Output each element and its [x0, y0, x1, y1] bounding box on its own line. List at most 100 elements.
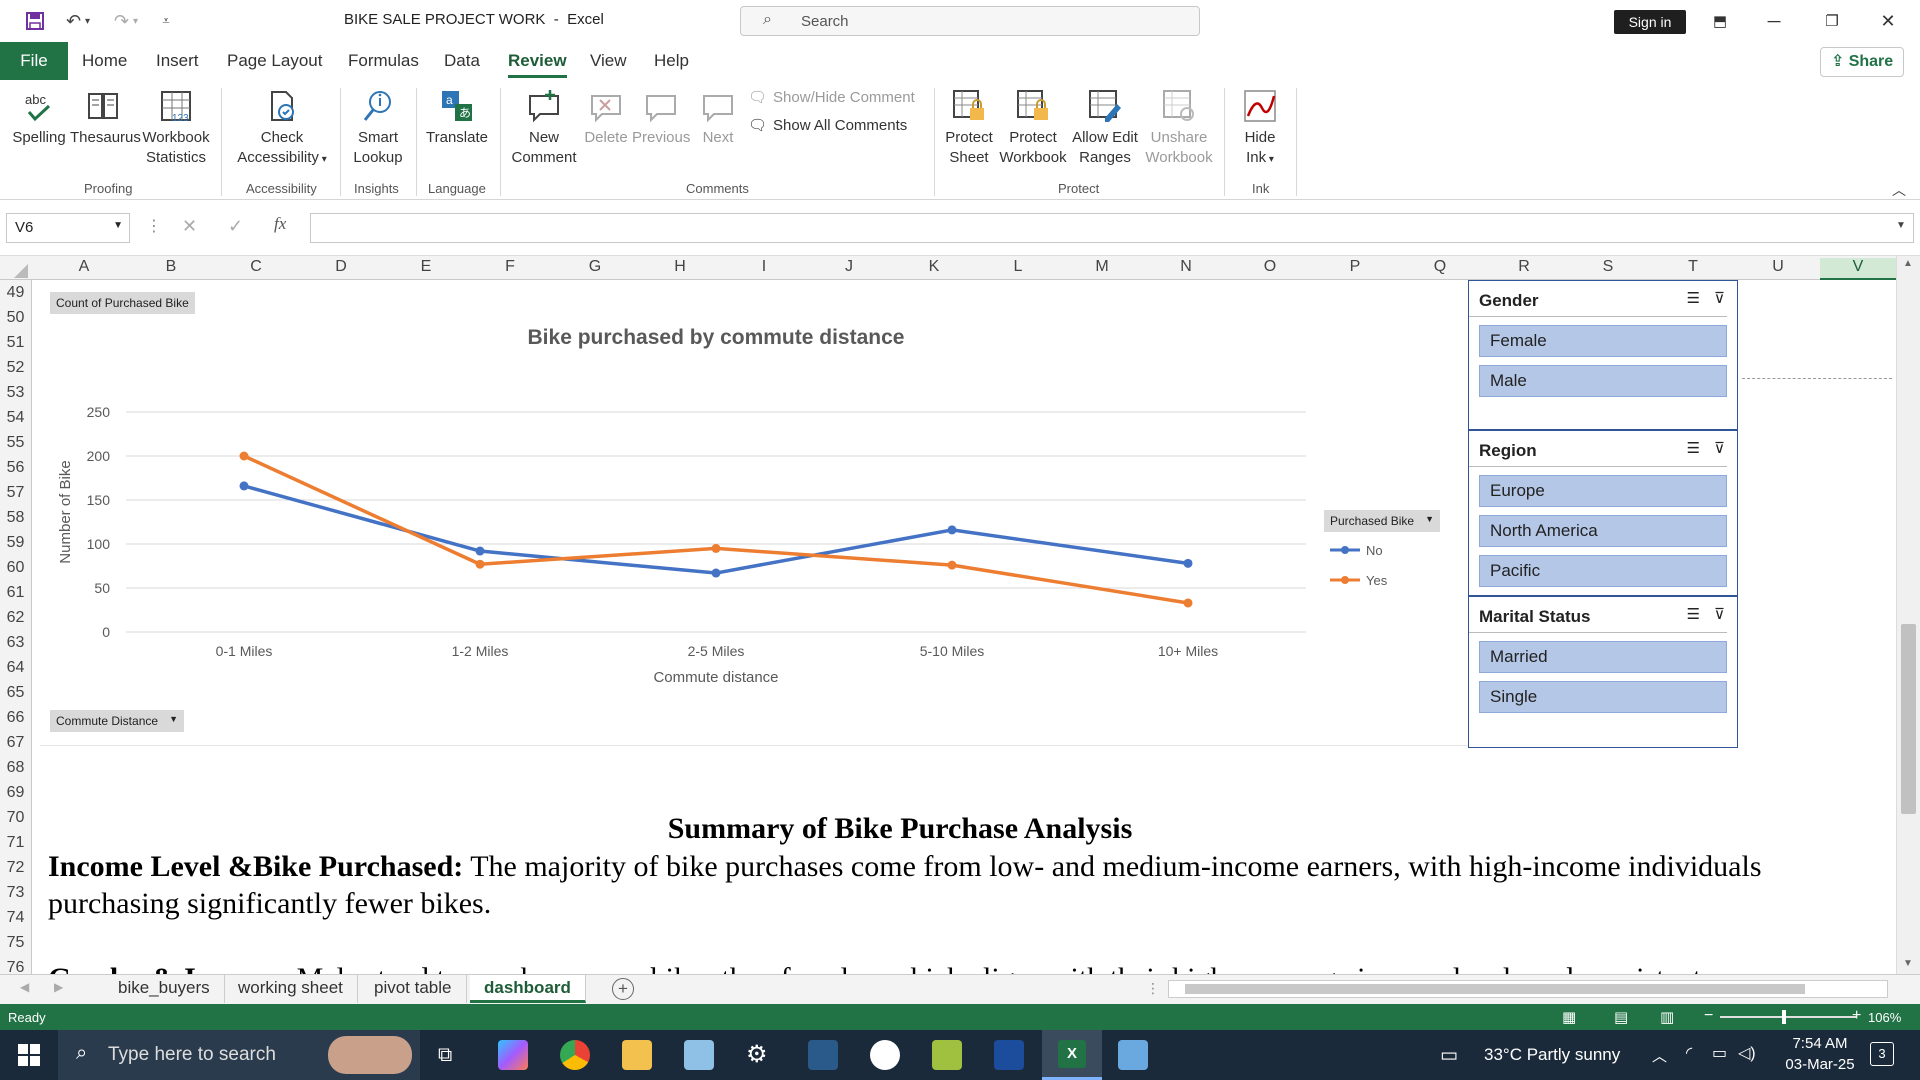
save-icon[interactable] — [20, 8, 50, 34]
windows-start-icon[interactable] — [18, 1044, 40, 1066]
column-header-g[interactable]: G — [552, 258, 638, 280]
tab-data[interactable]: Data — [444, 51, 480, 71]
column-header-j[interactable]: J — [806, 258, 892, 280]
row-header[interactable]: 55 — [0, 430, 31, 455]
insert-function-icon[interactable]: fx — [274, 214, 286, 234]
app-icon[interactable] — [932, 1040, 962, 1070]
page-break-preview-icon[interactable]: ▥ — [1660, 1008, 1674, 1026]
clear-filter-icon[interactable]: ⊽ — [1714, 289, 1725, 307]
tab-help[interactable]: Help — [654, 51, 689, 71]
pivot-axis-button[interactable]: Commute Distance ▼ — [50, 710, 185, 732]
horizontal-scroll-thumb[interactable] — [1185, 984, 1805, 994]
chrome-icon[interactable] — [560, 1040, 590, 1070]
formula-input[interactable] — [310, 213, 1914, 243]
search-box[interactable]: ⌕ Search — [740, 6, 1200, 36]
workbook-statistics-button[interactable]: 123 Workbook Statistics — [138, 86, 214, 168]
multi-select-icon[interactable]: ☰ — [1687, 289, 1700, 307]
show-all-comments-button[interactable]: 🗨 Show All Comments — [748, 116, 907, 135]
row-header[interactable]: 66 — [0, 705, 31, 730]
tab-insert[interactable]: Insert — [156, 51, 199, 71]
clock-time[interactable]: 7:54 AM — [1780, 1035, 1860, 1052]
enter-icon[interactable]: ✓ — [228, 216, 243, 237]
clear-filter-icon[interactable]: ⊽ — [1714, 439, 1725, 457]
row-header[interactable]: 63 — [0, 630, 31, 655]
slicer-item-pacific[interactable]: Pacific — [1479, 555, 1727, 587]
row-header[interactable]: 50 — [0, 305, 31, 330]
row-header[interactable]: 49 — [0, 280, 31, 305]
column-header-f[interactable]: F — [468, 258, 552, 280]
excel-taskbar-button[interactable]: X — [1042, 1030, 1102, 1080]
tab-view[interactable]: View — [590, 51, 627, 71]
taskbar-search[interactable]: ⌕ Type here to search — [58, 1030, 420, 1080]
sheet-tab-pivot-table[interactable]: pivot table — [360, 975, 467, 1003]
column-header-e[interactable]: E — [384, 258, 468, 280]
tab-split-handle[interactable]: ⋮ — [1146, 980, 1160, 997]
row-header[interactable]: 76 — [0, 955, 31, 974]
row-header[interactable]: 61 — [0, 580, 31, 605]
page-layout-view-icon[interactable]: ▤ — [1614, 1008, 1628, 1026]
scroll-tabs-left-icon[interactable]: ◀ — [20, 980, 29, 994]
column-header-t[interactable]: T — [1650, 258, 1736, 280]
column-header-k[interactable]: K — [892, 258, 976, 280]
mysql-workbench-icon[interactable] — [808, 1040, 838, 1070]
column-header-h[interactable]: H — [638, 258, 722, 280]
row-header[interactable]: 60 — [0, 555, 31, 580]
tab-page-layout[interactable]: Page Layout — [227, 51, 322, 71]
weather-icon[interactable]: ▭ — [1440, 1044, 1458, 1067]
tab-review[interactable]: Review — [508, 51, 567, 78]
next-comment-button[interactable]: Next — [694, 86, 742, 148]
row-header[interactable]: 74 — [0, 905, 31, 930]
zoom-slider[interactable] — [1720, 1010, 1856, 1024]
row-header[interactable]: 73 — [0, 880, 31, 905]
scroll-down-icon[interactable]: ▼ — [1903, 958, 1913, 969]
row-header[interactable]: 72 — [0, 855, 31, 880]
vertical-scroll-thumb[interactable] — [1901, 624, 1916, 814]
protect-workbook-button[interactable]: Protect Workbook — [998, 86, 1068, 168]
allow-edit-ranges-button[interactable]: Allow Edit Ranges — [1068, 86, 1142, 168]
row-header[interactable]: 54 — [0, 405, 31, 430]
column-header-i[interactable]: I — [722, 258, 806, 280]
slicer-item-single[interactable]: Single — [1479, 681, 1727, 713]
tab-formulas[interactable]: Formulas — [348, 51, 419, 71]
file-explorer-icon[interactable] — [622, 1040, 652, 1070]
show-hidden-icons-icon[interactable]: ︿ — [1652, 1045, 1667, 1066]
redo-icon[interactable]: ↷ ▾ — [104, 8, 148, 34]
slicer-region[interactable]: Region ☰ ⊽ Europe North America Pacific — [1468, 430, 1738, 596]
name-box[interactable]: V6 ▼ — [6, 213, 130, 243]
translate-button[interactable]: aあ Translate — [422, 86, 492, 148]
task-view-icon[interactable]: ⧉ — [438, 1044, 452, 1067]
row-header[interactable]: 52 — [0, 355, 31, 380]
delete-comment-button[interactable]: Delete — [580, 86, 632, 148]
zoom-in-icon[interactable]: + — [1852, 1007, 1861, 1025]
spelling-button[interactable]: abc Spelling — [10, 86, 68, 148]
security-icon[interactable] — [994, 1040, 1024, 1070]
column-header-u[interactable]: U — [1736, 258, 1820, 280]
unshare-workbook-button[interactable]: Unshare Workbook — [1142, 86, 1216, 168]
slicer-gender[interactable]: Gender ☰ ⊽ Female Male — [1468, 280, 1738, 430]
row-header[interactable]: 75 — [0, 930, 31, 955]
column-header-v[interactable]: V — [1820, 258, 1896, 280]
add-sheet-icon[interactable]: + — [612, 978, 634, 1000]
weather-text[interactable]: 33°C Partly sunny — [1484, 1045, 1620, 1065]
row-header[interactable]: 53 — [0, 380, 31, 405]
pivot-chart[interactable]: Count of Purchased Bike Commute Distance… — [40, 282, 1470, 746]
column-header-c[interactable]: C — [214, 258, 298, 280]
snipping-tool-icon[interactable] — [1118, 1040, 1148, 1070]
sheet-tab-working-sheet[interactable]: working sheet — [224, 975, 358, 1003]
column-header-l[interactable]: L — [976, 258, 1060, 280]
wifi-icon[interactable]: ◜ — [1686, 1043, 1692, 1063]
column-header-d[interactable]: D — [298, 258, 384, 280]
column-header-a[interactable]: A — [40, 258, 128, 280]
scroll-up-icon[interactable]: ▲ — [1903, 258, 1913, 269]
row-header[interactable]: 69 — [0, 780, 31, 805]
row-header[interactable]: 64 — [0, 655, 31, 680]
copilot-icon[interactable] — [498, 1040, 528, 1070]
column-header-b[interactable]: B — [128, 258, 214, 280]
slicer-item-married[interactable]: Married — [1479, 641, 1727, 673]
expand-formula-bar-icon[interactable]: ▼ — [1896, 220, 1906, 231]
column-header-m[interactable]: M — [1060, 258, 1144, 280]
slicer-item-male[interactable]: Male — [1479, 365, 1727, 397]
tab-home[interactable]: Home — [82, 51, 127, 71]
row-header[interactable]: 65 — [0, 680, 31, 705]
minimize-icon[interactable]: ─ — [1752, 6, 1796, 36]
